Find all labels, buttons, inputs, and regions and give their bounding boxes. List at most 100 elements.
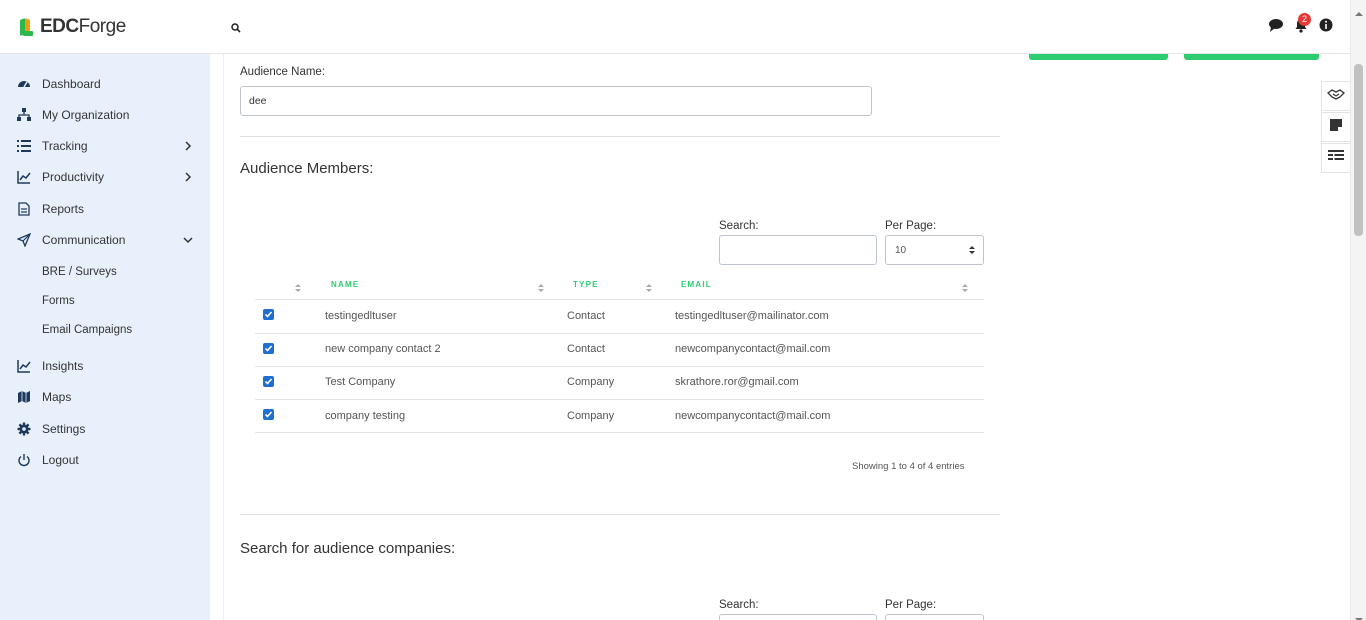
divider — [240, 514, 1000, 515]
members-search-input[interactable] — [719, 235, 877, 265]
sidebar-item-productivity[interactable]: Productivity — [0, 165, 210, 189]
sidebar-item-my-organization[interactable]: My Organization — [0, 103, 210, 127]
column-header-type[interactable]: TYPE — [573, 280, 599, 289]
sidebar-item-label: My Organization — [42, 108, 130, 122]
cell-type: Company — [567, 376, 615, 388]
companies-search-input[interactable] — [719, 614, 877, 620]
sidebar-subitem-forms[interactable]: Forms — [42, 295, 75, 307]
companies-search-label: Search: — [719, 599, 759, 611]
cell-email: testingedltuser@mailinator.com — [675, 310, 829, 322]
scroll-thumb[interactable] — [1354, 64, 1363, 236]
sidebar-item-label: Productivity — [42, 170, 105, 184]
cell-name: new company contact 2 — [325, 343, 441, 355]
chevron-down-icon — [183, 234, 193, 244]
sort-icon[interactable] — [538, 280, 544, 292]
sidebar-item-logout[interactable]: Logout — [0, 448, 210, 472]
cell-email: skrathore.ror@gmail.com — [675, 376, 799, 388]
info-icon[interactable] — [1318, 17, 1334, 33]
notification-badge: 2 — [1298, 13, 1312, 26]
cell-name: Test Company — [325, 376, 396, 388]
sidebar-item-insights[interactable]: Insights — [0, 354, 210, 378]
sidebar-subitem-bre-surveys[interactable]: BRE / Surveys — [42, 266, 117, 278]
sidebar-item-label: Reports — [42, 202, 85, 216]
members-search-label: Search: — [719, 220, 759, 232]
audience-members-title: Audience Members: — [240, 160, 374, 177]
logo-text: EDCForge — [40, 16, 126, 37]
sidebar-item-label: Communication — [42, 233, 126, 247]
chevron-right-icon — [183, 140, 193, 151]
list-tool[interactable] — [1321, 143, 1351, 173]
top-bar: EDCForge 2 — [0, 0, 1350, 54]
sort-icon[interactable] — [962, 280, 968, 292]
sidebar-item-label: Dashboard — [42, 77, 101, 91]
sidebar-item-dashboard[interactable]: Dashboard — [0, 72, 210, 96]
sidebar-item-label: Logout — [42, 453, 79, 467]
handshake-tool[interactable] — [1321, 81, 1351, 111]
bell-icon[interactable]: 2 — [1293, 13, 1312, 33]
sidebar-item-label: Tracking — [42, 139, 88, 153]
audience-name-input[interactable]: dee — [240, 86, 872, 116]
map-icon — [17, 390, 31, 404]
handshake-icon — [1327, 87, 1345, 105]
content-edge — [223, 54, 224, 620]
table-divider — [255, 299, 984, 300]
sidebar-item-tracking[interactable]: Tracking — [0, 134, 210, 158]
app-logo[interactable]: EDCForge — [20, 16, 126, 38]
row-checkbox[interactable] — [263, 343, 274, 354]
cell-type: Contact — [567, 343, 605, 355]
members-per-page-select[interactable]: 10 — [885, 235, 984, 265]
cell-email: newcompanycontact@mail.com — [675, 410, 831, 422]
cell-email: newcompanycontact@mail.com — [675, 343, 831, 355]
sort-icon[interactable] — [646, 280, 652, 292]
sidebar-item-reports[interactable]: Reports — [0, 197, 210, 221]
logo-mark — [20, 17, 36, 37]
paper-plane-icon — [16, 232, 32, 248]
sidebar-item-label: Insights — [42, 359, 84, 373]
sidebar-subitem-email-campaigns[interactable]: Email Campaigns — [42, 324, 132, 336]
scrollbar[interactable] — [1350, 0, 1366, 620]
note-tool[interactable] — [1321, 112, 1351, 142]
per-page-value: 10 — [895, 244, 907, 256]
chart-line-icon — [17, 359, 31, 373]
row-checkbox[interactable] — [263, 376, 274, 387]
chart-line-icon — [17, 170, 31, 184]
organization-icon — [17, 108, 31, 122]
scroll-up-icon[interactable] — [1355, 4, 1363, 16]
divider — [240, 136, 1000, 137]
cell-type: Contact — [567, 310, 605, 322]
action-button-1[interactable] — [1029, 54, 1168, 60]
chat-icon[interactable] — [1268, 17, 1284, 33]
select-arrows-icon — [969, 245, 975, 255]
row-checkbox[interactable] — [263, 409, 274, 420]
note-icon — [1329, 118, 1343, 137]
table-divider — [255, 333, 984, 334]
companies-per-page-label: Per Page: — [885, 599, 937, 611]
audience-name-label: Audience Name: — [240, 66, 326, 78]
table-divider — [255, 366, 984, 367]
action-button-2[interactable] — [1184, 54, 1319, 60]
chevron-right-icon — [183, 171, 193, 182]
sidebar-item-communication[interactable]: Communication — [0, 228, 210, 252]
members-per-page-label: Per Page: — [885, 220, 937, 232]
sidebar-item-label: Maps — [42, 390, 72, 404]
scroll-down-icon[interactable] — [1355, 610, 1363, 620]
cell-name: testingedltuser — [325, 310, 397, 322]
table-info: Showing 1 to 4 of 4 entries — [852, 461, 965, 472]
search-icon[interactable] — [231, 20, 241, 33]
report-icon — [17, 202, 31, 216]
sidebar-item-settings[interactable]: Settings — [0, 417, 210, 441]
sidebar-item-maps[interactable]: Maps — [0, 385, 210, 409]
search-companies-title: Search for audience companies: — [240, 540, 456, 557]
table-divider — [255, 399, 984, 400]
row-checkbox[interactable] — [263, 309, 274, 320]
top-icons: 2 — [1268, 13, 1334, 33]
companies-per-page-select[interactable] — [885, 614, 984, 620]
main-content: Audience Name: dee Audience Members: Sea… — [210, 54, 1350, 620]
column-header-name[interactable]: NAME — [331, 280, 359, 289]
cell-type: Company — [567, 410, 615, 422]
cell-name: company testing — [325, 410, 406, 422]
sort-icon[interactable] — [295, 280, 301, 292]
list-icon — [17, 139, 31, 153]
sidebar: Dashboard My Organization Tracking Produ… — [0, 54, 210, 620]
column-header-email[interactable]: EMAIL — [681, 280, 712, 289]
